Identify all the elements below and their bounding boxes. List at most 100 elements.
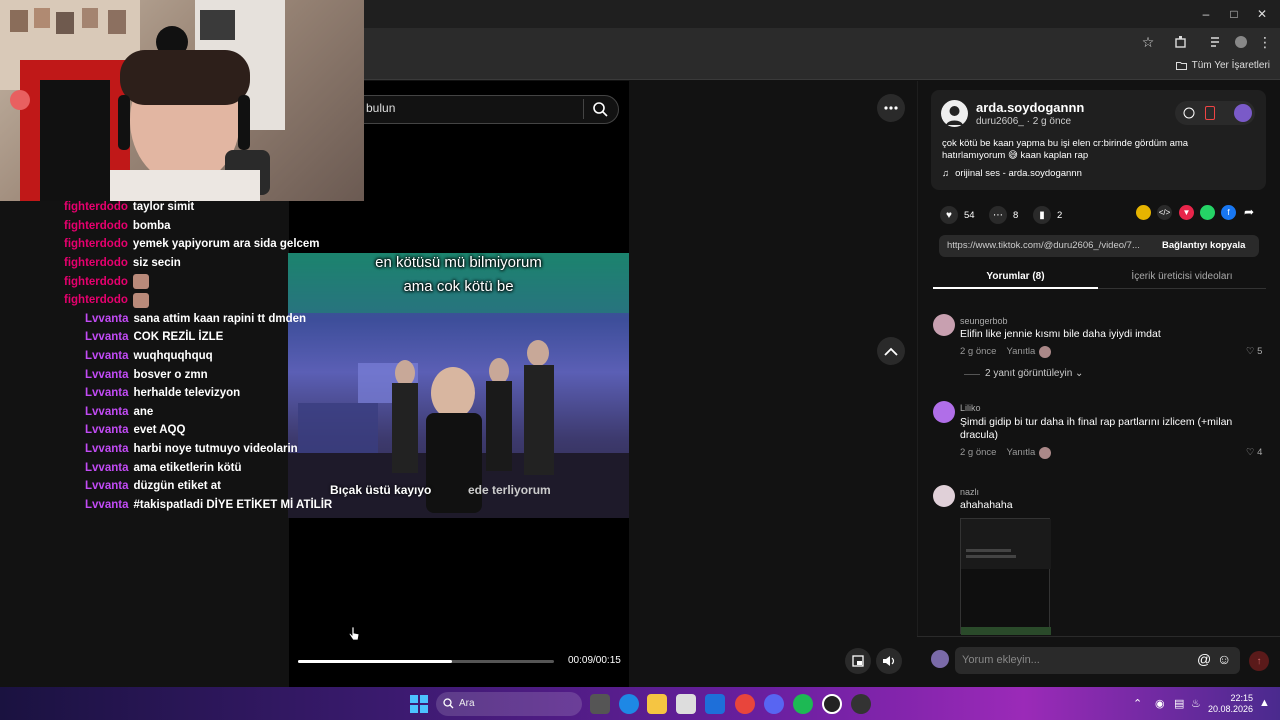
obs-icon[interactable] [822,694,842,714]
friends-share-icon[interactable] [1136,205,1151,220]
store-icon[interactable] [676,694,696,714]
author-avatar[interactable] [941,100,968,127]
chat-username[interactable]: Lvvanta [85,406,128,418]
chat-username[interactable]: fighterdodo [64,201,128,213]
taskbar-search[interactable] [436,692,582,716]
comment-like[interactable]: ♡ 5 [1246,346,1262,357]
chat-line: fighterdodo yemek yapiyorum ara sida gelc… [64,235,364,254]
facebook-icon[interactable]: f [1221,205,1236,220]
tray-expand-icon[interactable]: ⌃ [1133,697,1142,710]
copy-link-button[interactable]: Bağlantıyı kopyala [1162,240,1245,251]
close-button[interactable]: ✕ [1252,4,1272,24]
comment-avatar[interactable] [933,314,955,336]
network-icon[interactable]: ▤ [1174,697,1184,710]
speaker-icon [883,656,895,666]
like-count: 54 [964,209,975,221]
comment-avatar[interactable] [933,401,955,423]
search-icon[interactable] [592,101,608,117]
chat-line: Lvvanta ane [64,403,364,422]
comment-like[interactable]: ♡ 4 [1246,447,1262,458]
microphone-icon[interactable]: ◉ [1155,697,1165,710]
file-explorer-icon[interactable] [647,694,667,714]
save-stat[interactable]: ▮ 2 [1033,206,1062,224]
emoji-icon[interactable]: ☺ [1217,651,1231,667]
windows-start-icon[interactable] [410,695,428,713]
chat-username[interactable]: Lvvanta [85,313,128,325]
chat-username[interactable]: Lvvanta [85,387,128,399]
comment-user[interactable]: Liliko [960,403,981,413]
minimize-button[interactable]: – [1196,4,1216,24]
chat-username[interactable]: Lvvanta [85,499,128,511]
chat-username[interactable]: fighterdodo [64,294,128,306]
browser-menu-icon[interactable]: ⋮ [1256,33,1274,51]
chat-line: Lvvanta COK REZİL İZLE [64,328,364,347]
comment-avatar[interactable] [933,485,955,507]
embed-icon[interactable]: </> [1157,205,1172,220]
chat-message: siz secin [132,257,181,270]
comment-user[interactable]: nazlı [960,487,979,497]
volume-tray-icon[interactable]: ♨ [1191,697,1201,710]
volume-button[interactable] [876,648,902,674]
extensions-icon[interactable] [1172,33,1190,51]
chat-username[interactable]: fighterdodo [64,220,128,232]
all-bookmarks-link[interactable]: Tüm Yer İşaretleri [1175,60,1270,71]
clock-time: 22:15 [1230,693,1254,703]
media-control-icon[interactable] [1207,33,1225,51]
spotify-icon[interactable] [793,694,813,714]
taskbar-search-label: Ara [459,698,475,709]
outlook-icon[interactable] [705,694,725,714]
chat-username[interactable]: fighterdodo [64,238,128,250]
send-to-friends-icon[interactable]: ▼ [1179,205,1194,220]
chat-username[interactable]: Lvvanta [85,443,128,455]
whatsapp-icon[interactable] [1200,205,1215,220]
author-handle[interactable]: duru2606_ [976,116,1024,127]
chat-message: evet AQQ [133,424,186,437]
chat-username[interactable]: Lvvanta [85,331,128,343]
search-input-text[interactable]: bulun [366,101,395,115]
comment-image-thumb [961,519,1051,635]
more-options-button[interactable] [877,94,905,122]
reply-button[interactable]: Yanıtla [1006,346,1035,357]
chat-username[interactable]: Lvvanta [85,424,128,436]
send-comment-button[interactable]: ↑ [1249,651,1269,671]
chat-username[interactable]: Lvvanta [85,480,128,492]
comment-image[interactable] [960,518,1051,635]
chat-message: bosver o zmn [133,368,208,381]
chrome-icon[interactable] [735,694,755,714]
creator-liked-avatar [1039,447,1051,459]
chat-username[interactable]: Lvvanta [85,369,128,381]
chat-username[interactable]: fighterdodo [64,276,128,288]
floating-player-button[interactable] [845,648,871,674]
share-arrow-icon[interactable]: ➦ [1244,205,1254,219]
task-view-icon[interactable] [590,694,610,714]
author-name[interactable]: arda.soydogannn [976,100,1084,115]
profile-icon[interactable] [1232,33,1250,51]
reply-button[interactable]: Yanıtla [1006,447,1035,458]
tab-creator-videos[interactable]: İçerik üreticisi videoları [1098,271,1266,282]
music-info[interactable]: ♫ orijinal ses - arda.soydogannn [942,168,1082,179]
comment-user[interactable]: seungerbob [960,316,1008,326]
chat-message: ama etiketlerin kötü [133,461,242,474]
view-replies-button[interactable]: 2 yanıt görüntüleyin ⌄ [985,368,1083,379]
webcam-scene [0,0,285,201]
bookmark-star-icon[interactable]: ☆ [1139,33,1157,51]
previous-video-button[interactable] [877,337,905,365]
chat-username[interactable]: Lvvanta [85,462,128,474]
taskbar-clock[interactable]: 22:15 20.08.2026 [1208,693,1253,715]
post-time: 2 g önce [1032,116,1072,127]
maximize-button[interactable]: □ [1224,4,1244,24]
discord-icon[interactable] [764,694,784,714]
chat-line: fighterdodo taylor simit [64,198,364,217]
chat-username[interactable]: fighterdodo [64,257,128,269]
tiktok-icon [1183,107,1195,119]
mention-icon[interactable]: @ [1197,651,1211,667]
comment-placeholder: Yorum ekleyin... [962,654,1040,666]
comment-stat[interactable]: ⋯ 8 [989,206,1018,224]
steam-icon[interactable] [851,694,871,714]
chat-line: Lvvanta herhalde televizyon [64,384,364,403]
edge-icon[interactable] [619,694,639,714]
notifications-icon[interactable]: ▲ [1259,697,1270,709]
chat-username[interactable]: Lvvanta [85,350,128,362]
like-stat[interactable]: ♥ 54 [940,206,975,224]
tab-comments[interactable]: Yorumlar (8) [933,271,1098,282]
